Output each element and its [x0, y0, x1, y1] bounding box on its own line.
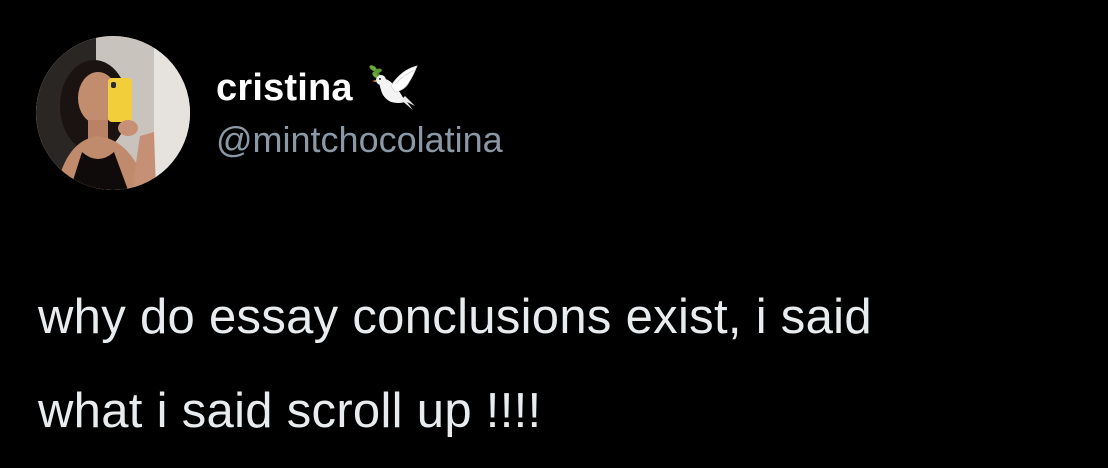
tweet-card: cristina @mintchocolatina why do essay c…: [0, 0, 1108, 468]
tweet-text-line: why do essay conclusions exist, i said: [38, 290, 872, 344]
tweet-text-line: what i said scroll up !!!!: [38, 384, 542, 438]
avatar-image: [36, 36, 190, 190]
name-row: cristina: [216, 60, 421, 116]
user-handle[interactable]: @mintchocolatina: [216, 120, 503, 160]
tweet-text: why do essay conclusions exist, i said w…: [38, 270, 1088, 458]
dove-icon: [365, 62, 421, 114]
display-name[interactable]: cristina: [216, 69, 353, 107]
avatar[interactable]: [36, 36, 190, 190]
